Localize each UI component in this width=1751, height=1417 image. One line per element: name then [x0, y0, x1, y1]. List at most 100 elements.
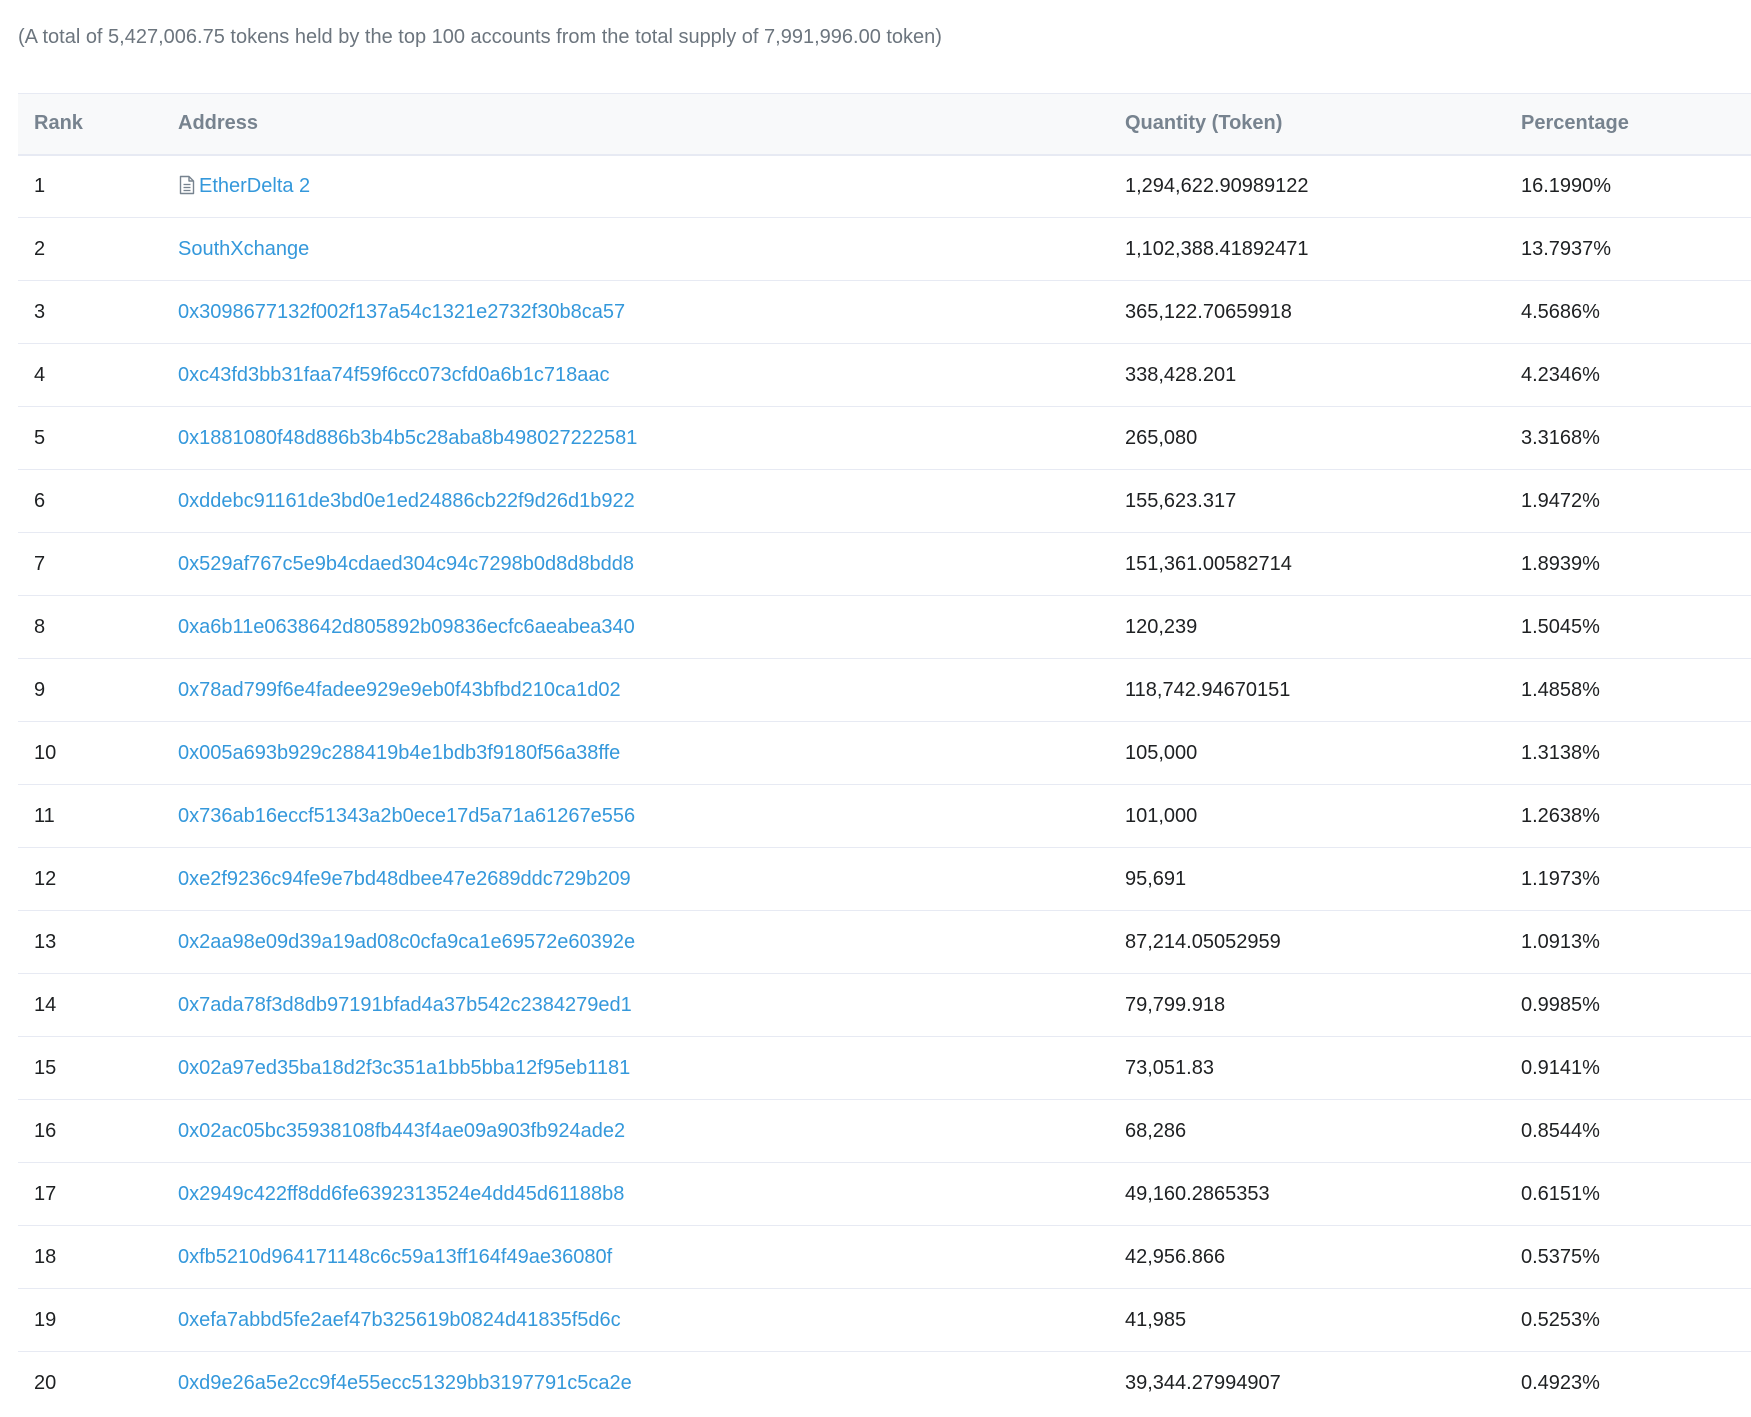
holder-address-link[interactable]: 0xfb5210d964171148c6c59a13ff164f49ae3608… [178, 1246, 612, 1268]
quantity-cell: 87,214.05052959 [1125, 930, 1281, 953]
quantity-cell: 265,080 [1125, 426, 1198, 449]
percentage-cell: 1.3138% [1521, 741, 1600, 764]
address-cell: 0xd9e26a5e2cc9f4e55ecc51329bb3197791c5ca… [162, 1352, 1109, 1415]
holder-address-link[interactable]: 0x02a97ed35ba18d2f3c351a1bb5bba12f95eb11… [178, 1057, 630, 1079]
address-cell: 0x78ad799f6e4fadee929e9eb0f43bfbd210ca1d… [162, 659, 1109, 722]
quantity-cell: 105,000 [1125, 741, 1198, 764]
address-cell: 0xefa7abbd5fe2aef47b325619b0824d41835f5d… [162, 1289, 1109, 1352]
rank-cell: 12 [34, 867, 57, 890]
holder-address-link[interactable]: 0xc43fd3bb31faa74f59f6cc073cfd0a6b1c718a… [178, 364, 609, 386]
table-row: 11 0x736ab16eccf51343a2b0ece17d5a71a61267… [18, 785, 1751, 848]
rank-cell: 19 [34, 1308, 57, 1331]
holder-address-link[interactable]: 0xefa7abbd5fe2aef47b325619b0824d41835f5d… [178, 1309, 621, 1331]
holder-address-link[interactable]: 0x2949c422ff8dd6fe6392313524e4dd45d61188… [178, 1183, 624, 1205]
quantity-cell: 39,344.27994907 [1125, 1371, 1281, 1394]
table-row: 13 0x2aa98e09d39a19ad08c0cfa9ca1e69572e60… [18, 911, 1751, 974]
table-row: 20 0xd9e26a5e2cc9f4e55ecc51329bb3197791c5… [18, 1352, 1751, 1415]
address-cell: 0xfb5210d964171148c6c59a13ff164f49ae3608… [162, 1226, 1109, 1289]
holder-address-link[interactable]: 0x78ad799f6e4fadee929e9eb0f43bfbd210ca1d… [178, 679, 621, 701]
column-header-percentage: Percentage [1521, 112, 1629, 135]
table-row: 14 0x7ada78f3d8db97191bfad4a37b542c238427… [18, 974, 1751, 1037]
column-header-quantity: Quantity (Token) [1125, 112, 1283, 135]
percentage-cell: 1.0913% [1521, 930, 1600, 953]
rank-cell: 15 [34, 1056, 57, 1079]
holder-address-link[interactable]: 0x3098677132f002f137a54c1321e2732f30b8ca… [178, 301, 625, 323]
table-row: 7 0x529af767c5e9b4cdaed304c94c7298b0d8d8b… [18, 533, 1751, 596]
holder-address-link[interactable]: 0x2aa98e09d39a19ad08c0cfa9ca1e69572e6039… [178, 931, 635, 953]
address-cell: 0xddebc91161de3bd0e1ed24886cb22f9d26d1b9… [162, 470, 1109, 533]
percentage-cell: 13.7937% [1521, 237, 1612, 260]
table-row: 17 0x2949c422ff8dd6fe6392313524e4dd45d611… [18, 1163, 1751, 1226]
quantity-cell: 365,122.70659918 [1125, 300, 1292, 323]
quantity-cell: 1,102,388.41892471 [1125, 237, 1309, 260]
table-header: Rank Address Quantity (Token) Percentage [18, 93, 1751, 155]
address-cell: 0xc43fd3bb31faa74f59f6cc073cfd0a6b1c718a… [162, 344, 1109, 407]
table-row: 4 0xc43fd3bb31faa74f59f6cc073cfd0a6b1c718… [18, 344, 1751, 407]
rank-cell: 11 [34, 804, 55, 827]
holder-address-link[interactable]: 0xd9e26a5e2cc9f4e55ecc51329bb3197791c5ca… [178, 1372, 632, 1394]
quantity-cell: 120,239 [1125, 615, 1198, 638]
holder-address-link[interactable]: EtherDelta 2 [199, 175, 310, 197]
table-row: 18 0xfb5210d964171148c6c59a13ff164f49ae36… [18, 1226, 1751, 1289]
rank-cell: 2 [34, 237, 46, 260]
quantity-cell: 41,985 [1125, 1308, 1187, 1331]
column-header-address: Address [178, 112, 259, 135]
holder-address-link[interactable]: 0xa6b11e0638642d805892b09836ecfc6aeabea3… [178, 616, 635, 638]
holder-address-link[interactable]: 0xddebc91161de3bd0e1ed24886cb22f9d26d1b9… [178, 490, 635, 512]
quantity-cell: 95,691 [1125, 867, 1187, 890]
holder-address-link[interactable]: SouthXchange [178, 238, 309, 260]
percentage-cell: 3.3168% [1521, 426, 1600, 449]
rank-cell: 13 [34, 930, 57, 953]
percentage-cell: 4.5686% [1521, 300, 1600, 323]
table-row: 6 0xddebc91161de3bd0e1ed24886cb22f9d26d1b… [18, 470, 1751, 533]
table-row: 3 0x3098677132f002f137a54c1321e2732f30b8c… [18, 281, 1751, 344]
percentage-cell: 0.8544% [1521, 1119, 1600, 1142]
address-cell: SouthXchange [162, 218, 1109, 281]
address-cell: 0xa6b11e0638642d805892b09836ecfc6aeabea3… [162, 596, 1109, 659]
holder-address-link[interactable]: 0x736ab16eccf51343a2b0ece17d5a71a61267e5… [178, 805, 635, 827]
address-cell: 0x02ac05bc35938108fb443f4ae09a903fb924ad… [162, 1100, 1109, 1163]
column-header-rank: Rank [34, 112, 83, 135]
quantity-cell: 68,286 [1125, 1119, 1187, 1142]
percentage-cell: 1.9472% [1521, 489, 1600, 512]
quantity-cell: 151,361.00582714 [1125, 552, 1292, 575]
rank-cell: 10 [34, 741, 57, 764]
token-holders-table-container: Rank Address Quantity (Token) Percentage… [18, 93, 1751, 1415]
rank-cell: 20 [34, 1371, 57, 1394]
percentage-cell: 0.4923% [1521, 1371, 1600, 1394]
rank-cell: 8 [34, 615, 46, 638]
address-cell: 0x529af767c5e9b4cdaed304c94c7298b0d8d8bd… [162, 533, 1109, 596]
table-row: 19 0xefa7abbd5fe2aef47b325619b0824d41835f… [18, 1289, 1751, 1352]
percentage-cell: 1.5045% [1521, 615, 1600, 638]
holder-address-link[interactable]: 0x7ada78f3d8db97191bfad4a37b542c2384279e… [178, 994, 632, 1016]
rank-cell: 16 [34, 1119, 57, 1142]
holder-address-link[interactable]: 0xe2f9236c94fe9e7bd48dbee47e2689ddc729b2… [178, 868, 631, 890]
holder-address-link[interactable]: 0x1881080f48d886b3b4b5c28aba8b4980272225… [178, 427, 637, 449]
holder-address-link[interactable]: 0x529af767c5e9b4cdaed304c94c7298b0d8d8bd… [178, 553, 634, 575]
holder-address-link[interactable]: 0x02ac05bc35938108fb443f4ae09a903fb924ad… [178, 1120, 625, 1142]
address-cell: 0x736ab16eccf51343a2b0ece17d5a71a61267e5… [162, 785, 1109, 848]
address-cell: 0x3098677132f002f137a54c1321e2732f30b8ca… [162, 281, 1109, 344]
token-holders-table: Rank Address Quantity (Token) Percentage… [18, 93, 1751, 1415]
holder-address-link[interactable]: 0x005a693b929c288419b4e1bdb3f9180f56a38f… [178, 742, 620, 764]
percentage-cell: 0.5253% [1521, 1308, 1600, 1331]
rank-cell: 6 [34, 489, 46, 512]
rank-cell: 3 [34, 300, 46, 323]
quantity-cell: 118,742.94670151 [1125, 678, 1291, 701]
rank-cell: 17 [34, 1182, 57, 1205]
table-row: 5 0x1881080f48d886b3b4b5c28aba8b498027222… [18, 407, 1751, 470]
rank-cell: 14 [34, 993, 57, 1016]
contract-file-icon [178, 175, 196, 195]
table-row: 9 0x78ad799f6e4fadee929e9eb0f43bfbd210ca1… [18, 659, 1751, 722]
percentage-cell: 0.5375% [1521, 1245, 1600, 1268]
percentage-cell: 16.1990% [1521, 174, 1612, 197]
table-row: 8 0xa6b11e0638642d805892b09836ecfc6aeabea… [18, 596, 1751, 659]
percentage-cell: 0.6151% [1521, 1182, 1600, 1205]
quantity-cell: 79,799.918 [1125, 993, 1226, 1016]
address-cell: 0xe2f9236c94fe9e7bd48dbee47e2689ddc729b2… [162, 848, 1109, 911]
rank-cell: 18 [34, 1245, 57, 1268]
table-row: 12 0xe2f9236c94fe9e7bd48dbee47e2689ddc729… [18, 848, 1751, 911]
address-cell: 0x1881080f48d886b3b4b5c28aba8b4980272225… [162, 407, 1109, 470]
table-header-row: Rank Address Quantity (Token) Percentage [18, 93, 1751, 155]
address-cell: 0x7ada78f3d8db97191bfad4a37b542c2384279e… [162, 974, 1109, 1037]
